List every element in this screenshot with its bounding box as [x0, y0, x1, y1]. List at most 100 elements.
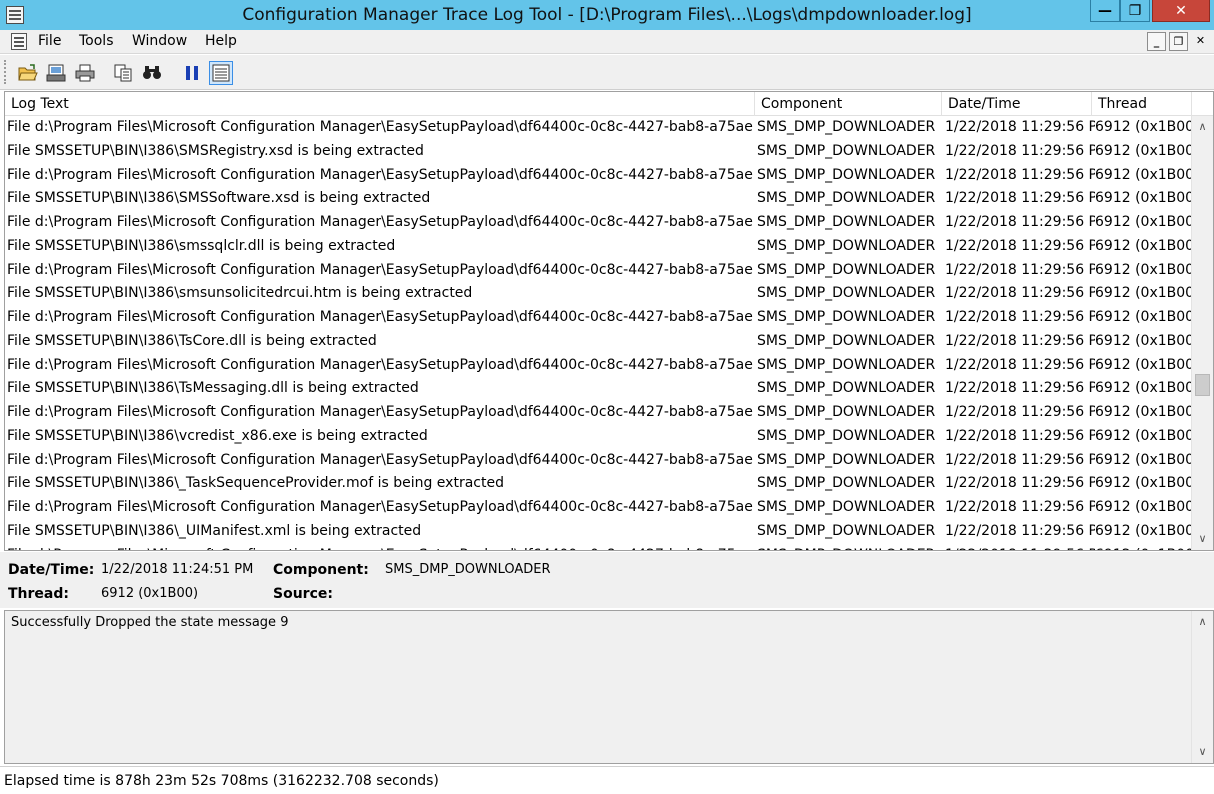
column-header-component[interactable]: Component	[755, 92, 942, 116]
log-row-text: File SMSSETUP\BIN\I386\smsunsolicitedrcu…	[7, 285, 473, 302]
datetime-label: Date/Time:	[8, 562, 95, 578]
log-row-text: File SMSSETUP\BIN\I386\_TaskSequenceProv…	[7, 475, 504, 492]
log-row-datetime: 1/22/2018 11:29:56 PM	[945, 285, 1095, 302]
message-scroll-down-button[interactable]: ∨	[1192, 741, 1213, 763]
log-row[interactable]: File SMSSETUP\BIN\I386\SMSSoftware.xsd i…	[5, 187, 1191, 211]
log-row[interactable]: File SMSSETUP\BIN\I386\SMSRegistry.xsd i…	[5, 140, 1191, 164]
toolbar-grip[interactable]	[4, 60, 8, 84]
log-row-thread: 6912 (0x1B00)	[1095, 427, 1191, 444]
log-row-thread: 6912 (0x1B00)	[1095, 190, 1191, 207]
log-row[interactable]: File d:\Program Files\Microsoft Configur…	[5, 401, 1191, 425]
open-icon	[18, 64, 38, 81]
log-row-datetime: 1/22/2018 11:29:56 PM	[945, 237, 1095, 254]
log-row[interactable]: File SMSSETUP\BIN\I386\_UIManifest.xml i…	[5, 520, 1191, 544]
scroll-down-button[interactable]: ∨	[1192, 528, 1213, 550]
log-row-text: File d:\Program Files\Microsoft Configur…	[7, 356, 753, 373]
log-row-component: SMS_DMP_DOWNLOADER	[757, 427, 936, 444]
close-button[interactable]: ✕	[1152, 0, 1210, 22]
log-row[interactable]: File d:\Program Files\Microsoft Configur…	[5, 354, 1191, 378]
toolbar	[0, 55, 1214, 90]
log-row-component: SMS_DMP_DOWNLOADER	[757, 261, 936, 278]
log-row-datetime: 1/22/2018 11:29:56 PM	[945, 522, 1095, 539]
log-row[interactable]: File d:\Program Files\Microsoft Configur…	[5, 306, 1191, 330]
datetime-value: 1/22/2018 11:24:51 PM	[101, 562, 254, 577]
log-row[interactable]: File d:\Program Files\Microsoft Configur…	[5, 259, 1191, 283]
menu-window[interactable]: Window	[132, 33, 187, 49]
document-icon[interactable]	[11, 33, 27, 50]
log-row-thread: 6912 (0x1B00)	[1095, 499, 1191, 515]
log-row[interactable]: File SMSSETUP\BIN\I386\vcredist_x86.exe …	[5, 425, 1191, 449]
column-header-log-text[interactable]: Log Text	[5, 92, 755, 116]
log-row[interactable]: File d:\Program Files\Microsoft Configur…	[5, 116, 1191, 140]
print-button[interactable]	[73, 61, 97, 85]
message-scrollbar[interactable]: ∧ ∨	[1191, 611, 1213, 763]
log-row-component: SMS_DMP_DOWNLOADER	[757, 475, 936, 492]
log-row-text: File d:\Program Files\Microsoft Configur…	[7, 309, 753, 325]
log-row-text: File d:\Program Files\Microsoft Configur…	[7, 544, 753, 551]
log-row-text: File SMSSETUP\BIN\I386\vcredist_x86.exe …	[7, 427, 428, 444]
log-row-thread: 6912 (0x1B00)	[1095, 475, 1191, 492]
log-row-text: File SMSSETUP\BIN\I386\_UIManifest.xml i…	[7, 522, 422, 539]
log-row-component: SMS_DMP_DOWNLOADER	[757, 380, 936, 397]
message-text: Successfully Dropped the state message 9	[11, 615, 289, 630]
column-header-datetime[interactable]: Date/Time	[942, 92, 1092, 116]
menu-tools[interactable]: Tools	[79, 33, 114, 49]
mdi-close-button[interactable]: ✕	[1191, 32, 1210, 51]
log-row[interactable]: File d:\Program Files\Microsoft Configur…	[5, 496, 1191, 520]
log-row[interactable]: File d:\Program Files\Microsoft Configur…	[5, 164, 1191, 188]
menu-help[interactable]: Help	[205, 33, 237, 49]
log-row-component: SMS_DMP_DOWNLOADER	[757, 190, 936, 207]
log-row-datetime: 1/22/2018 11:29:56 PM	[945, 380, 1095, 397]
scroll-thumb[interactable]	[1195, 374, 1210, 396]
log-row-component: SMS_DMP_DOWNLOADER	[757, 237, 936, 254]
mdi-minimize-button[interactable]: _	[1147, 32, 1166, 51]
log-row-datetime: 1/22/2018 11:29:56 PM	[945, 190, 1095, 207]
log-row[interactable]: File SMSSETUP\BIN\I386\smssqlclr.dll is …	[5, 235, 1191, 259]
maximize-button[interactable]: ❐	[1120, 0, 1150, 22]
minimize-button[interactable]: —	[1090, 0, 1120, 22]
log-row-component: SMS_DMP_DOWNLOADER	[757, 404, 936, 420]
log-row-text: File SMSSETUP\BIN\I386\smssqlclr.dll is …	[7, 237, 396, 254]
log-row-thread: 6912 (0x1B00)	[1095, 142, 1191, 159]
log-row-component: SMS_DMP_DOWNLOADER	[757, 544, 939, 551]
log-list-scrollbar[interactable]: ∧ ∨	[1191, 116, 1213, 550]
log-row-component: SMS_DMP_DOWNLOADER	[757, 142, 936, 159]
log-row-text: File d:\Program Files\Microsoft Configur…	[7, 499, 753, 515]
log-row-text: File d:\Program Files\Microsoft Configur…	[7, 451, 753, 468]
open-button[interactable]	[16, 61, 40, 85]
log-row[interactable]: File SMSSETUP\BIN\I386\TsMessaging.dll i…	[5, 377, 1191, 401]
log-row-datetime: 1/22/2018 11:29:56 PM	[945, 475, 1095, 492]
title-bar: Configuration Manager Trace Log Tool - […	[0, 0, 1214, 30]
log-row-component: SMS_DMP_DOWNLOADER	[757, 499, 936, 515]
log-row[interactable]: File SMSSETUP\BIN\I386\smsunsolicitedrcu…	[5, 282, 1191, 306]
log-row-component: SMS_DMP_DOWNLOADER	[757, 119, 936, 135]
log-row-text: File d:\Program Files\Microsoft Configur…	[7, 166, 753, 183]
log-row[interactable]: File d:\Program Files\Microsoft Configur…	[5, 544, 1191, 551]
log-row[interactable]: File SMSSETUP\BIN\I386\TsCore.dll is bei…	[5, 330, 1191, 354]
log-row-thread: 6912 (0x1B00)	[1095, 332, 1191, 349]
copy-button[interactable]	[111, 61, 135, 85]
log-row-datetime: 1/22/2018 11:29:56 PM	[945, 309, 1095, 325]
highlight-button[interactable]	[209, 61, 233, 85]
log-list[interactable]: Log Text Component Date/Time Thread File…	[4, 91, 1214, 551]
print-preview-button[interactable]	[44, 61, 68, 85]
message-pane[interactable]: Successfully Dropped the state message 9…	[4, 610, 1214, 764]
print-preview-icon	[46, 64, 66, 82]
log-row-thread: 6912 (0x1B00)	[1095, 451, 1191, 468]
mdi-restore-button[interactable]: ❐	[1169, 32, 1188, 51]
log-row-datetime: 1/22/2018 11:29:56 PM	[945, 499, 1095, 515]
pause-button[interactable]	[180, 61, 204, 85]
message-scroll-up-button[interactable]: ∧	[1192, 611, 1213, 633]
log-row[interactable]: File d:\Program Files\Microsoft Configur…	[5, 449, 1191, 473]
print-icon	[75, 64, 95, 82]
column-header-thread[interactable]: Thread	[1092, 92, 1192, 116]
find-button[interactable]	[140, 61, 164, 85]
scroll-up-button[interactable]: ∧	[1192, 116, 1213, 138]
log-row-datetime: 1/22/2018 11:29:56 PM	[945, 332, 1095, 349]
thread-value: 6912 (0x1B00)	[101, 586, 199, 601]
log-row-datetime: 1/22/2018 11:29:56 PM	[945, 261, 1095, 278]
log-row[interactable]: File d:\Program Files\Microsoft Configur…	[5, 211, 1191, 235]
log-row-datetime: 1/22/2018 11:29:56 PM	[945, 214, 1095, 230]
log-row[interactable]: File SMSSETUP\BIN\I386\_TaskSequenceProv…	[5, 472, 1191, 496]
menu-file[interactable]: File	[38, 33, 61, 49]
